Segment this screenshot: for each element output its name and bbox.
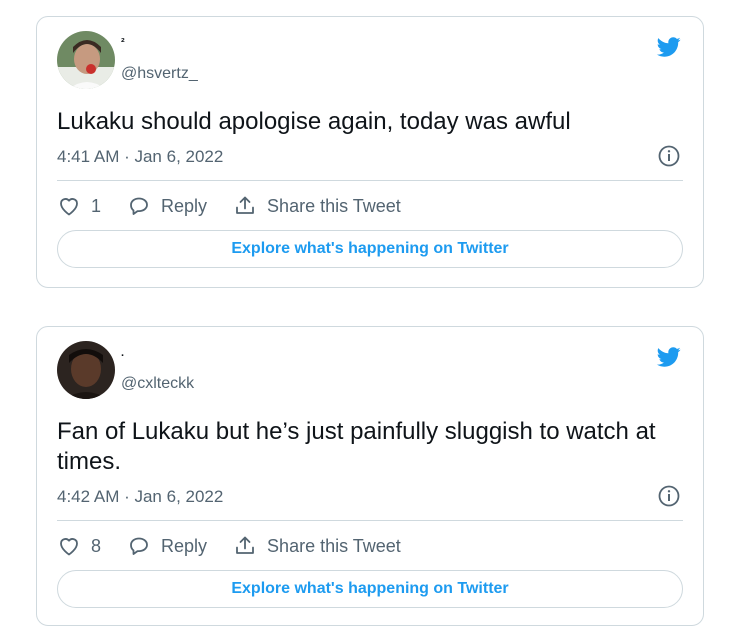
avatar[interactable]	[57, 341, 115, 399]
avatar[interactable]	[57, 31, 115, 89]
tweet-text: Lukaku should apologise again, today was…	[57, 108, 571, 135]
reply-label: Reply	[161, 535, 208, 556]
display-name[interactable]: .	[121, 347, 124, 359]
tweet-timestamp[interactable]: 4:42 AM · Jan 6, 2022	[57, 487, 223, 507]
share-label: Share this Tweet	[267, 195, 401, 216]
share-label: Share this Tweet	[267, 535, 401, 556]
like-count: 8	[91, 535, 102, 556]
heart-icon	[60, 538, 78, 556]
reply-label: Reply	[161, 195, 208, 216]
reply-button[interactable]: Reply	[127, 194, 207, 218]
explore-twitter-button[interactable]: Explore what's happening on Twitter	[57, 230, 683, 268]
reply-bubble-icon	[130, 537, 148, 555]
like-button[interactable]: 1	[57, 194, 101, 218]
share-upload-icon	[236, 536, 254, 554]
tweet-card[interactable]: . @cxlteckk Fan of Lukaku but he’s just …	[36, 326, 704, 626]
heart-icon	[60, 198, 78, 216]
twitter-bird-icon[interactable]	[655, 35, 683, 59]
tweet-actions: 1 Reply Share this Tweet	[57, 191, 683, 221]
reply-bubble-icon	[130, 197, 148, 215]
info-icon[interactable]	[657, 484, 681, 508]
display-name[interactable]: ²	[121, 37, 125, 49]
user-handle[interactable]: @cxlteckk	[121, 375, 194, 393]
twitter-bird-icon[interactable]	[655, 345, 683, 369]
divider	[57, 180, 683, 181]
reply-button[interactable]: Reply	[127, 534, 207, 558]
tweet-text: Fan of Lukaku but he’s just painfully sl…	[57, 418, 656, 475]
share-upload-icon	[236, 196, 254, 214]
explore-twitter-button[interactable]: Explore what's happening on Twitter	[57, 570, 683, 608]
info-icon[interactable]	[657, 144, 681, 168]
tweet-actions: 8 Reply Share this Tweet	[57, 531, 683, 561]
like-count: 1	[91, 195, 102, 216]
divider	[57, 520, 683, 521]
like-button[interactable]: 8	[57, 534, 101, 558]
share-button[interactable]: Share this Tweet	[233, 534, 401, 558]
tweet-timestamp[interactable]: 4:41 AM · Jan 6, 2022	[57, 147, 223, 167]
user-handle[interactable]: @hsvertz_	[121, 65, 198, 83]
share-button[interactable]: Share this Tweet	[233, 194, 401, 218]
tweet-card[interactable]: ² @hsvertz_ Lukaku should apologise agai…	[36, 16, 704, 288]
